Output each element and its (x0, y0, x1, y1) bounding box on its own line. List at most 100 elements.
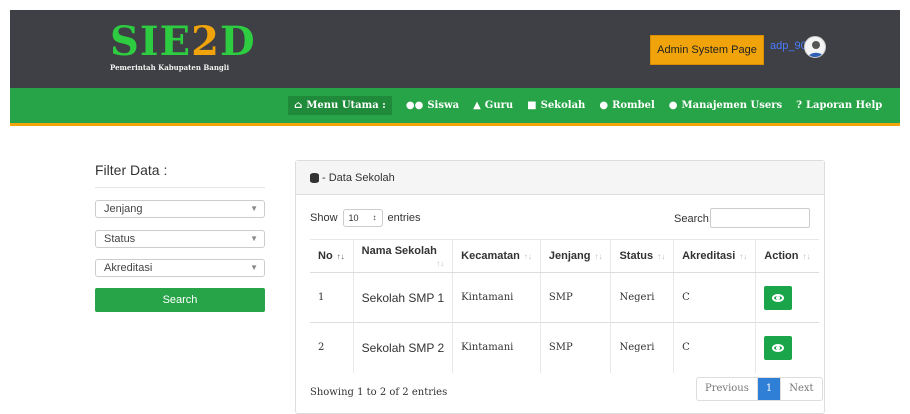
filter-title: Filter Data : (95, 162, 168, 178)
menu-item-label: Siswa (427, 100, 460, 111)
panel-title: - Data Sekolah (322, 171, 395, 184)
chevron-down-icon: ▼ (250, 263, 258, 272)
cell-action (755, 272, 819, 323)
cell-action (755, 322, 819, 373)
eye-icon (772, 293, 785, 302)
menu-item-menu-utama[interactable]: ⌂ Menu Utama : (288, 96, 392, 115)
select-value: Jenjang (104, 203, 143, 215)
users-icon: ●● (405, 100, 424, 111)
menu-item-guru[interactable]: ▲ Guru (473, 100, 513, 111)
cell-nama-sekolah: Sekolah SMP 1 (352, 272, 453, 323)
menu-item-manajemen-users[interactable]: ● Manajemen Users (669, 100, 782, 111)
logo-text-part: SIE (110, 18, 192, 65)
menu-item-sekolah[interactable]: ■ Sekolah (527, 100, 585, 111)
menu-item-laporan-help[interactable]: ? Laporan Help (796, 100, 882, 111)
cell-jenjang: SMP (539, 272, 611, 323)
cell-kecamatan: Kintamani (452, 322, 541, 373)
menu-item-label: Guru (484, 100, 514, 111)
sort-asc-icon: ↑↓ (336, 252, 345, 261)
logo[interactable]: SIE2D Pemerintah Kabupaten Bangli (110, 22, 256, 73)
sort-icon: ↑↓ (802, 252, 811, 261)
data-table: No ↑↓ Nama Sekolah ↑↓ Kecamatan ↑↓ Jenjang ↑… (310, 239, 819, 373)
view-button[interactable] (764, 335, 793, 360)
group-icon: ● (599, 100, 609, 111)
page-length-select[interactable]: 10 ↕ (342, 209, 383, 227)
cell-no: 1 (310, 272, 354, 323)
pagination-page-1[interactable]: 1 (756, 378, 781, 400)
column-header-kecamatan[interactable]: Kecamatan ↑↓ (452, 239, 541, 273)
cell-nama-sekolah: Sekolah SMP 2 (352, 322, 453, 373)
panel-heading: - Data Sekolah (296, 161, 824, 195)
divider (95, 187, 265, 188)
logo-text-part: D (219, 18, 256, 65)
table-info: Showing 1 to 2 of 2 entries (310, 387, 448, 398)
graduation-cap-icon: ▲ (473, 100, 481, 111)
page-length-value: 10 (348, 213, 359, 223)
users-cog-icon: ● (668, 100, 678, 111)
select-value: Akreditasi (104, 262, 153, 274)
logo-text-part: 2 (191, 18, 220, 65)
status-select[interactable]: Status ▼ (95, 230, 265, 248)
pagination: Previous 1 Next (696, 377, 823, 401)
search-button[interactable]: Search (95, 288, 265, 312)
column-header-no[interactable]: No ↑↓ (310, 239, 354, 273)
menu-item-rombel[interactable]: ● Rombel (599, 100, 654, 111)
page-length-control: Show 10 ↕ entries (310, 209, 421, 227)
admin-system-page-button[interactable]: Admin System Page (650, 35, 764, 65)
sort-icon: ↑↓ (436, 258, 445, 268)
menu-item-label: Menu Utama : (306, 100, 386, 111)
main-menu: ⌂ Menu Utama : ●● Siswa ▲ Guru ■ Sekolah… (288, 96, 896, 115)
column-header-label: Action (764, 250, 799, 262)
column-header-akreditasi[interactable]: Akreditasi ↑↓ (673, 239, 756, 273)
chevron-down-icon: ▼ (250, 204, 258, 213)
pagination-next[interactable]: Next (780, 378, 821, 400)
data-sekolah-panel: - Data Sekolah Show 10 ↕ entries Search:… (295, 160, 825, 414)
home-icon: ⌂ (294, 100, 303, 111)
pagination-previous[interactable]: Previous (697, 378, 757, 400)
menu-item-siswa[interactable]: ●● Siswa (406, 100, 459, 111)
avatar[interactable] (804, 36, 826, 58)
table-row: 2 Sekolah SMP 2 Kintamani SMP Negeri C (310, 322, 819, 373)
table-row: 1 Sekolah SMP 1 Kintamani SMP Negeri C (310, 272, 819, 323)
cell-kecamatan: Kintamani (452, 272, 541, 323)
column-header-label: Kecamatan (461, 250, 520, 262)
table-search-input[interactable] (710, 208, 810, 228)
column-header-status[interactable]: Status ↑↓ (610, 239, 674, 273)
logo-text: SIE2D (110, 22, 256, 62)
cell-status: Negeri (610, 322, 674, 373)
top-header: SIE2D Pemerintah Kabupaten Bangli Admin … (10, 10, 900, 88)
column-header-label: Status (619, 250, 654, 262)
view-button[interactable] (764, 285, 793, 310)
user-avatar-icon (808, 41, 824, 57)
menu-item-label: Manajemen Users (681, 100, 783, 111)
eye-icon (772, 343, 785, 352)
cell-status: Negeri (610, 272, 674, 323)
table-header-row: No ↑↓ Nama Sekolah ↑↓ Kecamatan ↑↓ Jenjang ↑… (310, 239, 819, 273)
column-header-action[interactable]: Action ↑↓ (755, 239, 819, 273)
entries-label: entries (387, 212, 421, 224)
cell-no: 2 (310, 322, 354, 373)
akreditasi-select[interactable]: Akreditasi ▼ (95, 259, 265, 277)
column-header-nama-sekolah[interactable]: Nama Sekolah ↑↓ (352, 239, 453, 273)
jenjang-select[interactable]: Jenjang ▼ (95, 200, 265, 218)
cell-akreditasi: C (673, 322, 756, 373)
column-header-label: Akreditasi (682, 250, 736, 262)
school-icon: ■ (527, 100, 537, 111)
question-icon: ? (796, 100, 802, 111)
column-header-label: No (318, 250, 333, 262)
column-header-jenjang[interactable]: Jenjang ↑↓ (539, 239, 611, 273)
username-link[interactable]: adp_90 (770, 40, 807, 52)
sort-icon: ↑↓ (657, 252, 666, 261)
main-menu-bar: ⌂ Menu Utama : ●● Siswa ▲ Guru ■ Sekolah… (10, 88, 900, 126)
chevron-down-icon: ▼ (250, 234, 258, 243)
show-label: Show (310, 212, 338, 224)
database-icon (310, 172, 319, 183)
column-header-label: Nama Sekolah (361, 244, 437, 257)
search-label: Search: (674, 213, 712, 225)
column-header-label: Jenjang (548, 250, 591, 262)
sort-updown-icon: ↕ (372, 213, 377, 222)
sort-icon: ↑↓ (594, 252, 603, 261)
sort-icon: ↑↓ (523, 252, 532, 261)
cell-jenjang: SMP (539, 322, 611, 373)
menu-item-label: Laporan Help (805, 100, 883, 111)
